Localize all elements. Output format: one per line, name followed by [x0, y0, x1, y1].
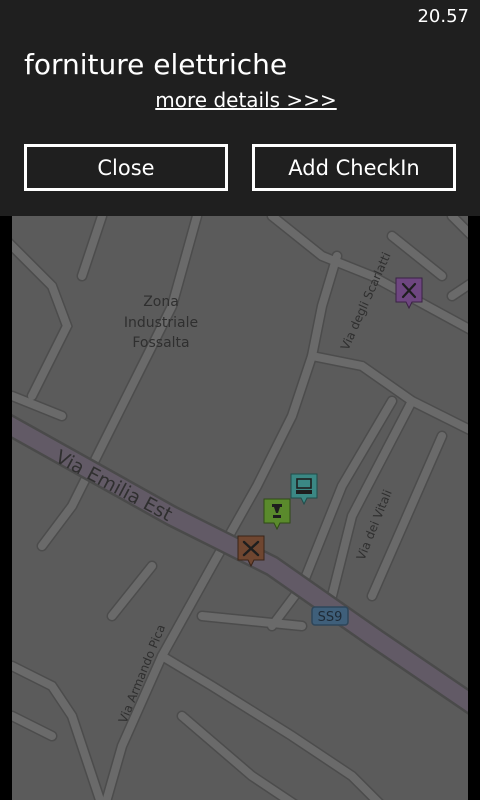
map-canvas[interactable]: Zona Industriale Fossalta Via Emilia Est… — [12, 216, 468, 800]
more-details-link[interactable]: more details >>> — [0, 88, 480, 112]
map-view[interactable]: Zona Industriale Fossalta Via Emilia Est… — [12, 216, 468, 800]
area-label-line-3: Fossalta — [132, 335, 189, 351]
svg-text:SS9: SS9 — [318, 610, 343, 625]
poi-museum[interactable] — [263, 498, 291, 531]
place-panel: forniture elettriche more details >>> Cl… — [0, 32, 480, 216]
area-label-line-1: Zona — [143, 294, 179, 310]
place-title: forniture elettriche — [24, 48, 288, 81]
status-bar: 20.57 — [0, 0, 480, 32]
road-shield-ss9: SS9 — [311, 606, 349, 626]
add-checkin-button[interactable]: Add CheckIn — [252, 144, 456, 191]
close-button[interactable]: Close — [24, 144, 228, 191]
road-network — [12, 216, 468, 800]
area-label-line-2: Industriale — [124, 315, 198, 331]
poi-computer-shop[interactable] — [290, 473, 318, 506]
clock: 20.57 — [417, 6, 469, 27]
